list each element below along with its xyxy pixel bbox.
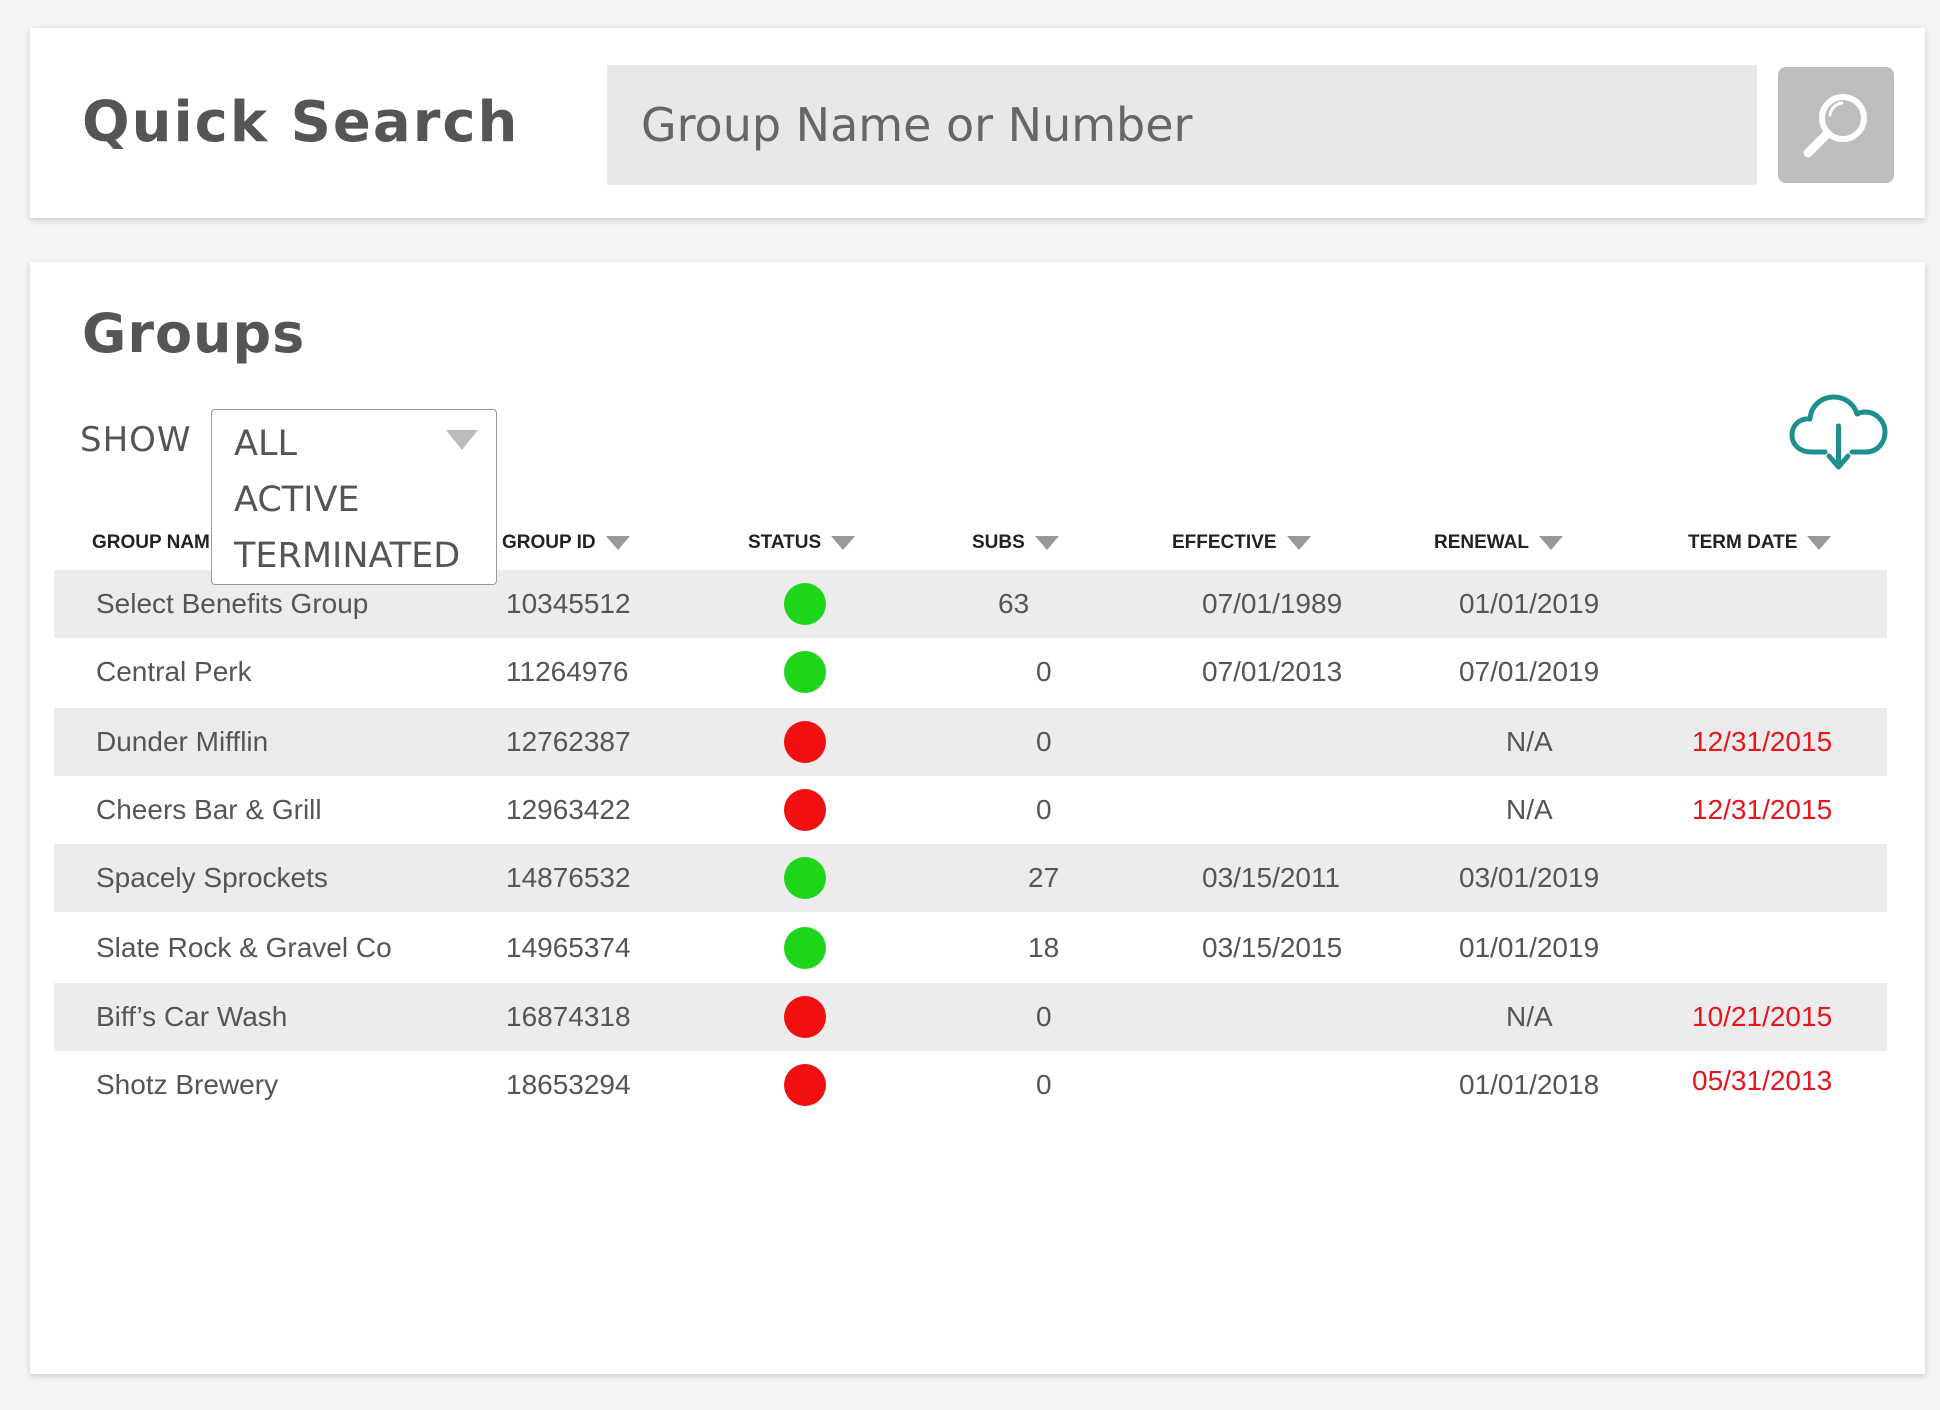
group-id-cell: 14965374 [506, 932, 631, 963]
column-header-label: GROUP ID [502, 532, 596, 553]
sort-arrow-icon [605, 536, 630, 550]
group-id-cell: 10345512 [506, 588, 631, 619]
show-filter-label: SHOW [80, 420, 192, 460]
filter-option-all[interactable]: ALL [234, 424, 297, 464]
column-header-status[interactable]: STATUS [748, 532, 856, 554]
group-name-cell[interactable]: Central Perk [96, 656, 252, 688]
group-id-cell: 12963422 [506, 794, 631, 825]
subs-cell: 0 [1036, 1069, 1052, 1100]
status-indicator [784, 1064, 826, 1106]
renewal-date-cell: N/A [1506, 1001, 1553, 1032]
column-header-label: SUBS [972, 532, 1025, 553]
sort-arrow-icon [831, 536, 856, 550]
sort-arrow-icon [1034, 536, 1059, 550]
groups-title: Groups [82, 302, 306, 365]
group-name-cell[interactable]: Select Benefits Group [96, 588, 368, 620]
group-id-cell: 11264976 [506, 656, 629, 687]
status-indicator [784, 927, 826, 969]
status-filter-dropdown[interactable]: ALL ACTIVE TERMINATED [211, 409, 497, 585]
column-header-label: EFFECTIVE [1172, 532, 1277, 553]
table-row[interactable]: Cheers Bar & Grill 12963422 0 N/A 12/31/… [54, 776, 1887, 844]
filter-option-terminated[interactable]: TERMINATED [234, 536, 460, 576]
subs-cell: 0 [1036, 656, 1052, 687]
table-row[interactable]: Spacely Sprockets 14876532 27 03/15/2011… [54, 844, 1887, 912]
table-row[interactable]: Biff’s Car Wash 16874318 0 N/A 10/21/201… [54, 983, 1887, 1051]
group-name-cell[interactable]: Cheers Bar & Grill [96, 794, 322, 826]
chevron-down-icon[interactable] [446, 430, 478, 450]
column-header-label: STATUS [748, 532, 822, 553]
column-header-label: RENEWAL [1434, 532, 1529, 553]
effective-date-cell: 07/01/2013 [1202, 656, 1343, 687]
groups-panel: Groups SHOW ALL ACTIVE TERMINATED GROUP … [30, 262, 1925, 1374]
renewal-date-cell: 07/01/2019 [1459, 656, 1600, 687]
renewal-date-cell: N/A [1506, 726, 1553, 757]
term-date-cell: 05/31/2013 [1692, 1065, 1833, 1096]
search-button[interactable] [1778, 67, 1894, 183]
effective-date-cell: 03/15/2011 [1202, 862, 1341, 893]
quick-search-title: Quick Search [82, 90, 520, 155]
table-row[interactable]: Central Perk 11264976 0 07/01/2013 07/01… [54, 638, 1887, 706]
renewal-date-cell: N/A [1506, 794, 1553, 825]
status-indicator [784, 583, 826, 625]
column-header-term-date[interactable]: TERM DATE [1688, 532, 1832, 554]
renewal-date-cell: 01/01/2019 [1459, 932, 1600, 963]
column-header-subs[interactable]: SUBS [972, 532, 1059, 554]
group-name-cell[interactable]: Shotz Brewery [96, 1069, 278, 1101]
subs-cell: 0 [1036, 726, 1052, 757]
column-header-group-id[interactable]: GROUP ID [502, 532, 630, 554]
group-name-cell[interactable]: Biff’s Car Wash [96, 1001, 287, 1033]
status-indicator [784, 996, 826, 1038]
group-id-cell: 16874318 [506, 1001, 631, 1032]
subs-cell: 63 [998, 588, 1030, 619]
renewal-date-cell: 01/01/2019 [1459, 588, 1600, 619]
term-date-cell: 12/31/2015 [1692, 726, 1833, 757]
column-header-label: TERM DATE [1688, 532, 1798, 553]
column-header-group-name[interactable]: GROUP NAME [92, 532, 223, 554]
group-id-cell: 12762387 [506, 726, 631, 757]
table-row[interactable]: Dunder Mifflin 12762387 0 N/A 12/31/2015 [54, 708, 1887, 776]
search-icon [1803, 94, 1867, 158]
status-indicator [784, 789, 826, 831]
renewal-date-cell: 01/01/2018 [1459, 1069, 1600, 1100]
status-indicator [784, 857, 826, 899]
group-name-cell[interactable]: Spacely Sprockets [96, 862, 328, 894]
group-id-cell: 14876532 [506, 862, 631, 893]
term-date-cell: 10/21/2015 [1692, 1001, 1833, 1032]
table-row[interactable]: Shotz Brewery 18653294 0 01/01/2018 05/3… [54, 1051, 1887, 1119]
column-header-label: GROUP NAME [92, 532, 223, 553]
group-name-cell[interactable]: Dunder Mifflin [96, 726, 268, 758]
filter-option-active[interactable]: ACTIVE [234, 480, 360, 520]
table-row[interactable]: Slate Rock & Gravel Co 14965374 18 03/15… [54, 914, 1887, 982]
sort-arrow-icon [1539, 536, 1563, 550]
status-indicator [784, 651, 826, 693]
column-header-effective[interactable]: EFFECTIVE [1172, 532, 1311, 554]
quick-search-panel: Quick Search [30, 28, 1925, 218]
group-name-cell[interactable]: Slate Rock & Gravel Co [96, 932, 392, 964]
status-indicator [784, 721, 826, 763]
subs-cell: 0 [1036, 794, 1052, 825]
cloud-download-icon[interactable] [1789, 392, 1889, 472]
subs-cell: 0 [1036, 1001, 1052, 1032]
sort-arrow-icon [1286, 536, 1311, 550]
subs-cell: 18 [1028, 932, 1060, 963]
renewal-date-cell: 03/01/2019 [1459, 862, 1600, 893]
group-id-cell: 18653294 [506, 1069, 631, 1100]
subs-cell: 27 [1028, 862, 1060, 893]
term-date-cell: 12/31/2015 [1692, 794, 1833, 825]
effective-date-cell: 07/01/1989 [1202, 588, 1343, 619]
sort-arrow-icon [1807, 536, 1832, 550]
search-input[interactable] [607, 65, 1757, 185]
effective-date-cell: 03/15/2015 [1202, 932, 1343, 963]
column-header-renewal[interactable]: RENEWAL [1434, 532, 1563, 554]
